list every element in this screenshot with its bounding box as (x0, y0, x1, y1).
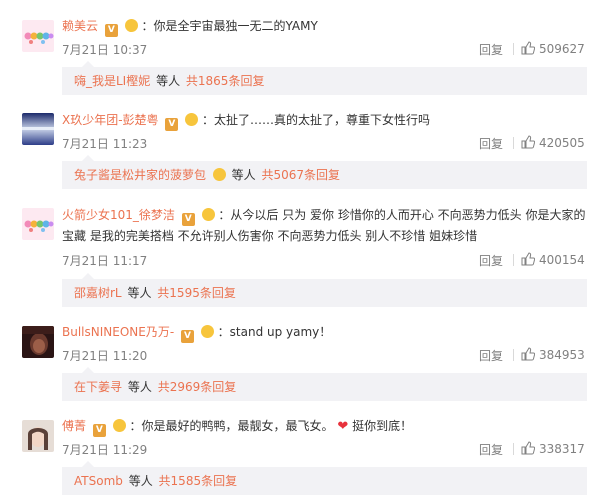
comment-text-continued: 宝藏 是我的完美搭档 不允许别人伤害你 不向恶势力低头 别人不珍惜 姐妹珍惜 (62, 229, 478, 243)
sub-reply-text: 等人 (231, 168, 256, 182)
sub-reply-box: 邵嘉树rL 等人 共1595条回复 (62, 273, 587, 307)
view-replies-link[interactable]: 共1585条回复 (159, 474, 238, 488)
like-count: 384953 (539, 348, 585, 362)
thumbs-up-icon (521, 41, 535, 55)
reply-button[interactable]: 回复 (479, 41, 503, 58)
comment-text: ：你是最好的鸭鸭，最靓女，最飞女。 (129, 419, 334, 433)
verified-badge-icon: V (92, 424, 106, 437)
emoji-badge-icon (112, 419, 126, 432)
verified-badge-icon: V (181, 330, 194, 343)
sub-reply-box: 兔子酱是松井家的菠萝包 等人 共5067条回复 (62, 155, 587, 189)
view-replies-link[interactable]: 共5067条回复 (262, 168, 341, 182)
reply-button[interactable]: 回复 (479, 252, 503, 269)
avatar[interactable] (22, 326, 54, 358)
sub-reply-username[interactable]: 兔子酱是松井家的菠萝包 (74, 168, 206, 182)
divider (513, 443, 514, 455)
like-count: 338317 (539, 442, 585, 456)
like-count: 400154 (539, 253, 585, 267)
emoji-badge-icon (200, 325, 214, 338)
comment-username[interactable]: 赖美云 (62, 19, 98, 33)
sub-reply-username[interactable]: 在下姜寻 (74, 380, 122, 394)
sub-reply-text: 等人 (156, 74, 181, 88)
comment-item: 赖美云 V ：你是全宇宙最独一无二的YAMY 7月21日 10:37 回复 50… (0, 0, 605, 95)
thumbs-up-icon (521, 347, 535, 361)
comment-text: ：stand up yamy！ (217, 325, 332, 339)
reply-button[interactable]: 回复 (479, 135, 503, 152)
verified-badge-icon: V (181, 213, 195, 226)
thumbs-up-icon (521, 441, 535, 455)
comment-text: ：从今以后 只为 爱你 珍惜你的人而开心 不向恶势力低头 你是大家的 (218, 208, 586, 222)
divider (513, 43, 514, 55)
avatar[interactable] (22, 208, 54, 240)
thumbs-up-icon (521, 135, 535, 149)
sub-reply-box: 嗨_我是LI樫妮 等人 共1865条回复 (62, 61, 587, 95)
comment-feed: 赖美云 V ：你是全宇宙最独一无二的YAMY 7月21日 10:37 回复 50… (0, 0, 605, 498)
reply-button[interactable]: 回复 (479, 347, 503, 364)
sub-reply-text: 等人 (127, 380, 152, 394)
like-button[interactable]: 400154 (521, 252, 585, 267)
sub-reply-text: 等人 (128, 474, 153, 488)
comment-username[interactable]: 火箭少女101_徐梦洁 (62, 208, 175, 222)
comment-username[interactable]: BullsNINEONE乃万- (62, 325, 174, 339)
comment-time: 7月21日 11:17 (62, 254, 148, 268)
comment-text: ：你是全宇宙最独一无二的YAMY (141, 19, 318, 33)
comment-text-suffix: 挺你到底！ (352, 419, 413, 433)
sub-reply-box: ATSomb 等人 共1585条回复 (62, 461, 587, 495)
like-button[interactable]: 338317 (521, 441, 585, 456)
emoji-badge-icon (124, 19, 138, 32)
thumbs-up-icon (521, 252, 535, 266)
verified-badge-icon: V (165, 118, 179, 131)
comment-time: 7月21日 11:20 (62, 349, 148, 363)
divider (513, 254, 514, 266)
view-replies-link[interactable]: 共2969条回复 (158, 380, 237, 394)
sub-reply-box: 在下姜寻 等人 共2969条回复 (62, 367, 587, 401)
comment-username[interactable]: 傅菁 (62, 419, 86, 433)
view-replies-link[interactable]: 共1865条回复 (186, 74, 265, 88)
sub-reply-text: 等人 (127, 286, 152, 300)
view-replies-link[interactable]: 共1595条回复 (157, 286, 236, 300)
emoji-badge-icon (212, 168, 226, 181)
like-count: 509627 (539, 42, 585, 56)
like-button[interactable]: 509627 (521, 41, 585, 56)
comment-text: ：太扯了……真的太扯了，尊重下女性行吗 (202, 113, 431, 127)
verified-badge-icon: V (104, 24, 118, 37)
like-button[interactable]: 384953 (521, 347, 585, 362)
avatar[interactable] (22, 113, 54, 145)
emoji-badge-icon (185, 113, 199, 126)
sub-reply-username[interactable]: ATSomb (74, 474, 123, 488)
emoji-badge-icon (201, 208, 215, 221)
heart-icon: ❤ (337, 419, 349, 434)
reply-button[interactable]: 回复 (479, 441, 503, 458)
sub-reply-username[interactable]: 嗨_我是LI樫妮 (74, 74, 150, 88)
avatar[interactable] (22, 420, 54, 452)
comment-time: 7月21日 11:29 (62, 443, 148, 457)
divider (513, 137, 514, 149)
divider (513, 349, 514, 361)
avatar[interactable] (22, 20, 54, 52)
sub-reply-username[interactable]: 邵嘉树rL (74, 286, 122, 300)
comment-time: 7月21日 10:37 (62, 43, 148, 57)
like-button[interactable]: 420505 (521, 135, 585, 150)
like-count: 420505 (539, 136, 585, 150)
comment-time: 7月21日 11:23 (62, 137, 148, 151)
comment-username[interactable]: X玖少年团-彭楚粤 (62, 113, 159, 127)
